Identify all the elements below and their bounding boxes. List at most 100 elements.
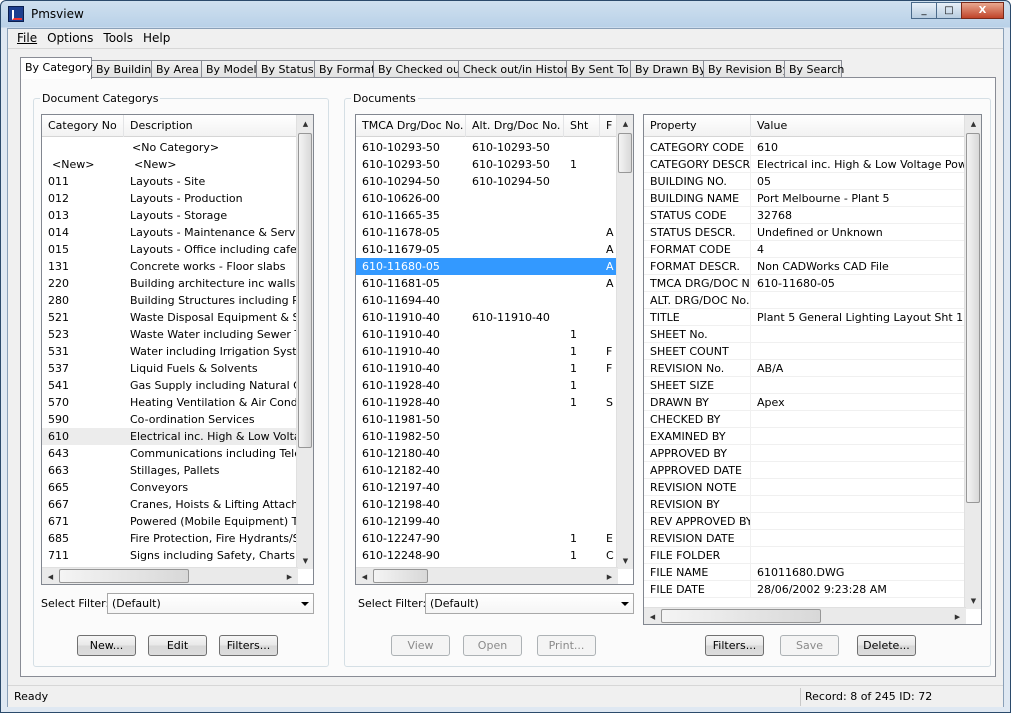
category-row[interactable]: 015 Layouts - Office including cafeteria (42, 241, 297, 258)
document-row[interactable]: 610-12248-90 1 C (356, 547, 618, 564)
document-row[interactable]: 610-11681-05 A (356, 275, 618, 292)
property-row[interactable]: REVISION DATE (644, 530, 965, 547)
category-row[interactable]: <New> <New> (42, 156, 297, 173)
document-row[interactable]: 610-10293-50 610-10293-50 (356, 139, 618, 156)
properties-list[interactable]: Property Value CATEGORY CODE 610 CATEGORY … (643, 114, 982, 625)
categories-list[interactable]: Category No Description <No Category> <Ne… (41, 114, 314, 585)
menu-help[interactable]: Help (138, 29, 175, 48)
new-category-button[interactable]: New... (77, 635, 136, 656)
property-row[interactable]: FORMAT DESCR. Non CADWorks CAD File (644, 258, 965, 275)
property-row[interactable]: REV APPROVED BY (644, 513, 965, 530)
documents-hscrollbar[interactable]: ◀ ▶ (356, 567, 618, 584)
scroll-left-icon[interactable]: ◀ (644, 608, 661, 624)
scroll-thumb[interactable] (966, 133, 980, 503)
category-row[interactable]: 014 Layouts - Maintenance & Services (42, 224, 297, 241)
category-row[interactable]: 570 Heating Ventilation & Air Condition (42, 394, 297, 411)
scroll-thumb[interactable] (661, 609, 821, 623)
property-row[interactable]: SHEET No. (644, 326, 965, 343)
menu-options[interactable]: Options (42, 29, 98, 48)
property-row[interactable]: FILE NAME 61011680.DWG (644, 564, 965, 581)
category-filters-button[interactable]: Filters... (219, 635, 278, 656)
properties-vscrollbar[interactable]: ▲ ▼ (964, 115, 981, 609)
category-row[interactable]: 220 Building architecture inc walls, doo (42, 275, 297, 292)
property-row[interactable]: SHEET SIZE (644, 377, 965, 394)
scroll-thumb[interactable] (373, 569, 428, 583)
col-alt-no[interactable]: Alt. Drg/Doc No. (466, 115, 564, 137)
category-row[interactable]: 541 Gas Supply including Natural Gas, . (42, 377, 297, 394)
category-row[interactable]: 012 Layouts - Production (42, 190, 297, 207)
property-row[interactable]: TITLE Plant 5 General Lighting Layout Sht… (644, 309, 965, 326)
document-row[interactable]: 610-11910-40 1 F (356, 343, 618, 360)
save-button[interactable]: Save (780, 635, 839, 656)
property-row[interactable]: CATEGORY DESCR. Electrical inc. High & Lo… (644, 156, 965, 173)
document-row[interactable]: 610-12198-40 (356, 496, 618, 513)
scroll-thumb[interactable] (618, 133, 632, 173)
menu-file[interactable]: File (12, 29, 42, 48)
category-row[interactable]: 663 Stillages, Pallets (42, 462, 297, 479)
scroll-right-icon[interactable]: ▶ (281, 568, 298, 584)
close-button[interactable]: X (961, 2, 1004, 19)
category-row[interactable]: 280 Building Structures including Platfo (42, 292, 297, 309)
document-row[interactable]: 610-10293-50 610-10293-50 1 (356, 156, 618, 173)
documents-vscrollbar[interactable]: ▲ ▼ (616, 115, 633, 569)
scroll-left-icon[interactable]: ◀ (42, 568, 59, 584)
property-row[interactable]: REVISION NOTE (644, 479, 965, 496)
property-row[interactable]: STATUS DESCR. Undefined or Unknown (644, 224, 965, 241)
document-row[interactable]: 610-12199-40 (356, 513, 618, 530)
document-row[interactable]: 610-10626-00 (356, 190, 618, 207)
category-row[interactable]: 531 Water including Irrigation Systems (42, 343, 297, 360)
property-row[interactable]: BUILDING NAME Port Melbourne - Plant 5 (644, 190, 965, 207)
property-row[interactable]: DRAWN BY Apex (644, 394, 965, 411)
property-row[interactable]: ALT. DRG/DOC No. (644, 292, 965, 309)
property-filters-button[interactable]: Filters... (705, 635, 764, 656)
col-category-no[interactable]: Category No (42, 115, 124, 137)
document-row[interactable]: 610-10294-50 610-10294-50 (356, 173, 618, 190)
scroll-thumb[interactable] (59, 569, 189, 583)
property-row[interactable]: APPROVED DATE (644, 462, 965, 479)
document-row[interactable]: 610-11981-50 (356, 411, 618, 428)
category-row[interactable]: 685 Fire Protection, Fire Hydrants/Spri (42, 530, 297, 547)
scroll-thumb[interactable] (298, 133, 312, 448)
scroll-left-icon[interactable]: ◀ (356, 568, 373, 584)
document-row[interactable]: 610-11910-40 1 F (356, 360, 618, 377)
property-row[interactable]: STATUS CODE 32768 (644, 207, 965, 224)
document-row[interactable]: 610-11679-05 A (356, 241, 618, 258)
scroll-up-icon[interactable]: ▲ (617, 115, 633, 132)
property-row[interactable]: FORMAT CODE 4 (644, 241, 965, 258)
scroll-up-icon[interactable]: ▲ (965, 115, 981, 132)
category-row[interactable]: 013 Layouts - Storage (42, 207, 297, 224)
category-row[interactable]: 665 Conveyors (42, 479, 297, 496)
category-row[interactable]: 610 Electrical inc. High & Low Voltage F (42, 428, 297, 445)
col-property[interactable]: Property (644, 115, 751, 137)
category-row[interactable]: 131 Concrete works - Floor slabs (42, 258, 297, 275)
menu-tools[interactable]: Tools (98, 29, 138, 48)
document-row[interactable]: 610-11982-50 (356, 428, 618, 445)
categories-vscrollbar[interactable]: ▲ ▼ (296, 115, 313, 569)
document-row[interactable]: 610-11678-05 A (356, 224, 618, 241)
category-row[interactable]: 011 Layouts - Site (42, 173, 297, 190)
property-row[interactable]: EXAMINED BY (644, 428, 965, 445)
properties-hscrollbar[interactable]: ◀ ▶ (644, 607, 966, 624)
category-row[interactable]: 521 Waste Disposal Equipment & Syste (42, 309, 297, 326)
col-tmca-no[interactable]: TMCA Drg/Doc No. (356, 115, 466, 137)
property-row[interactable]: APPROVED BY (644, 445, 965, 462)
document-row[interactable]: 610-12247-90 1 E (356, 530, 618, 547)
col-description[interactable]: Description (124, 115, 297, 137)
categories-hscrollbar[interactable]: ◀ ▶ (42, 567, 298, 584)
document-row[interactable]: 610-11910-40 1 (356, 326, 618, 343)
property-row[interactable]: CATEGORY CODE 610 (644, 139, 965, 156)
category-filter-select[interactable]: (Default) (107, 593, 314, 614)
document-filter-select[interactable]: (Default) (425, 593, 634, 614)
category-row[interactable]: 667 Cranes, Hoists & Lifting Attachmer (42, 496, 297, 513)
document-row[interactable]: 610-12182-40 (356, 462, 618, 479)
open-button[interactable]: Open (463, 635, 522, 656)
document-row[interactable]: 610-11910-40 610-11910-40 (356, 309, 618, 326)
print-button[interactable]: Print... (537, 635, 596, 656)
property-row[interactable]: REVISION No. AB/A (644, 360, 965, 377)
scroll-down-icon[interactable]: ▼ (965, 592, 981, 609)
property-row[interactable]: CHECKED BY (644, 411, 965, 428)
col-sheet[interactable]: Sht (564, 115, 600, 137)
property-row[interactable]: REVISION BY (644, 496, 965, 513)
edit-category-button[interactable]: Edit (148, 635, 207, 656)
category-row[interactable]: 523 Waste Water including Sewer Trac (42, 326, 297, 343)
